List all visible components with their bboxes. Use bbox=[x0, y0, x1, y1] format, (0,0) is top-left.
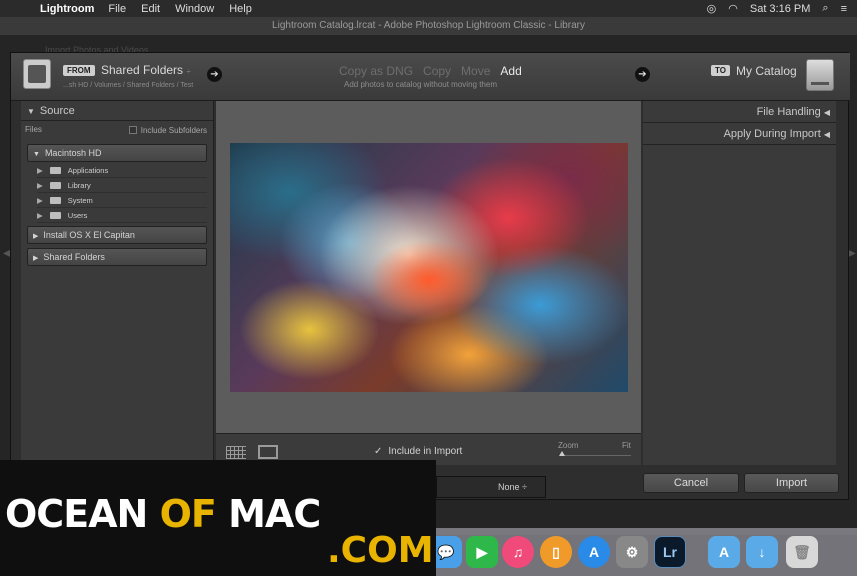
checkmark-icon: ✓ bbox=[374, 446, 383, 457]
window-title: Lightroom Catalog.lrcat - Adobe Photosho… bbox=[0, 17, 857, 35]
triangle-right-icon: ▶ bbox=[37, 166, 43, 175]
search-icon[interactable]: ⌕ bbox=[822, 2, 828, 15]
menu-help[interactable]: Help bbox=[229, 3, 252, 15]
import-button[interactable]: Import bbox=[744, 473, 839, 493]
wifi-icon[interactable]: ◠ bbox=[728, 2, 738, 15]
triangle-right-icon: ▶ bbox=[33, 233, 39, 240]
itunes-icon[interactable]: ♫ bbox=[502, 536, 534, 568]
import-topbar: FROM Shared Folders ÷ ...sh HD / Volumes… bbox=[11, 53, 850, 101]
mode-add[interactable]: Add bbox=[500, 64, 521, 78]
watermark-logo-com: .COM bbox=[327, 530, 434, 571]
include-subfolders-checkbox[interactable]: Include Subfolders bbox=[128, 126, 207, 135]
source-selector[interactable]: Shared Folders ÷ bbox=[101, 63, 191, 77]
folder-icon bbox=[49, 197, 61, 204]
to-badge: TO bbox=[711, 65, 730, 76]
triangle-right-icon: ▶ bbox=[33, 255, 39, 262]
trash-icon[interactable]: 🗑 bbox=[786, 536, 818, 568]
photo-thumbnail[interactable] bbox=[230, 143, 628, 392]
app-store-icon[interactable]: A bbox=[578, 536, 610, 568]
preview-area bbox=[216, 101, 641, 433]
include-in-import-checkbox[interactable]: ✓ Include in Import bbox=[374, 446, 462, 457]
destination-name: My Catalog bbox=[736, 64, 797, 78]
zoom-slider[interactable] bbox=[561, 455, 631, 456]
files-row: Files Include Subfolders bbox=[25, 125, 209, 139]
watermark-logo: OCEAN OF MAC bbox=[5, 492, 321, 536]
applications-folder-icon[interactable]: A bbox=[708, 536, 740, 568]
mode-move[interactable]: Move bbox=[461, 64, 490, 78]
section-apply-during-import[interactable]: Apply During Import ◀ bbox=[643, 123, 836, 145]
menu-bar: Lightroom File Edit Window Help ◎ ◠ Sat … bbox=[0, 0, 857, 17]
shared-folders-icon[interactable] bbox=[23, 59, 51, 89]
import-dialog: FROM Shared Folders ÷ ...sh HD / Volumes… bbox=[10, 52, 850, 500]
folder-applications[interactable]: ▶ Applications bbox=[37, 164, 207, 178]
cancel-button[interactable]: Cancel bbox=[643, 473, 739, 493]
menu-edit[interactable]: Edit bbox=[141, 3, 160, 15]
triangle-right-icon: ▶ bbox=[37, 181, 43, 190]
ibooks-icon[interactable]: ▯ bbox=[540, 536, 572, 568]
volume-shared-folders[interactable]: ▶ Shared Folders bbox=[27, 248, 207, 266]
arrow-right-icon: ➔ bbox=[207, 67, 222, 82]
triangle-left-icon: ◀ bbox=[823, 130, 830, 139]
menu-file[interactable]: File bbox=[108, 3, 126, 15]
creative-cloud-icon[interactable]: ◎ bbox=[707, 2, 717, 15]
clock[interactable]: Sat 3:16 PM bbox=[750, 3, 811, 15]
metadata-preset-select[interactable] bbox=[436, 476, 546, 498]
hard-drive-icon bbox=[806, 59, 834, 91]
chevron-updown-icon: ÷ bbox=[522, 482, 527, 492]
zoom-label: Zoom bbox=[558, 441, 579, 450]
menu-window[interactable]: Window bbox=[175, 3, 214, 15]
triangle-left-icon: ◀ bbox=[823, 108, 830, 117]
grid-view-icon[interactable] bbox=[226, 446, 246, 459]
source-path: ...sh HD / Volumes / Shared Folders / Te… bbox=[63, 82, 194, 89]
folder-library[interactable]: ▶ Library bbox=[37, 179, 207, 193]
volume-macintosh-hd[interactable]: ▼ Macintosh HD bbox=[27, 144, 207, 162]
system-preferences-icon[interactable]: ⚙ bbox=[616, 536, 648, 568]
loupe-view-icon[interactable] bbox=[258, 445, 278, 459]
mode-copy[interactable]: Copy bbox=[423, 64, 451, 78]
folder-icon bbox=[49, 212, 61, 219]
fit-label[interactable]: Fit bbox=[622, 441, 631, 450]
files-label: Files bbox=[25, 125, 42, 134]
mode-copy-as-dng[interactable]: Copy as DNG bbox=[339, 64, 413, 78]
section-file-handling[interactable]: File Handling ◀ bbox=[643, 101, 836, 123]
volume-install-os-x[interactable]: ▶ Install OS X El Capitan bbox=[27, 226, 207, 244]
triangle-right-icon: ▶ bbox=[37, 211, 43, 220]
facetime-icon[interactable]: ▶ bbox=[466, 536, 498, 568]
folder-icon bbox=[49, 167, 61, 174]
arrow-right-icon: ➔ bbox=[635, 67, 650, 82]
triangle-down-icon: ▼ bbox=[27, 107, 35, 116]
checkbox-icon bbox=[128, 126, 137, 134]
folder-icon bbox=[49, 182, 61, 189]
metadata-select-value[interactable]: None ÷ bbox=[498, 482, 527, 492]
triangle-right-icon: ▶ bbox=[37, 196, 43, 205]
folder-users[interactable]: ▶ Users bbox=[37, 209, 207, 223]
right-panel-collapse-icon[interactable]: ▶ bbox=[848, 248, 856, 259]
mode-description: Add photos to catalog without moving the… bbox=[344, 80, 497, 89]
downloads-folder-icon[interactable]: ↓ bbox=[746, 536, 778, 568]
lightroom-icon[interactable]: Lr bbox=[654, 536, 686, 568]
dock: 💬 ▶ ♫ ▯ A ⚙ Lr A ↓ 🗑 bbox=[430, 528, 857, 576]
import-modes: Copy as DNG Copy Move Add bbox=[339, 64, 522, 78]
source-panel: ▼ Source Files Include Subfolders ▼ Macint… bbox=[21, 101, 214, 465]
source-panel-header[interactable]: ▼ Source bbox=[21, 101, 213, 121]
options-panel: File Handling ◀ Apply During Import ◀ bbox=[643, 101, 836, 465]
triangle-down-icon: ▼ bbox=[33, 151, 40, 158]
menu-list-icon[interactable]: ≡ bbox=[841, 3, 847, 15]
menu-app-name[interactable]: Lightroom bbox=[40, 3, 94, 15]
folder-system[interactable]: ▶ System bbox=[37, 194, 207, 208]
zoom-slider-thumb[interactable] bbox=[559, 451, 565, 456]
from-badge: FROM bbox=[63, 65, 95, 76]
